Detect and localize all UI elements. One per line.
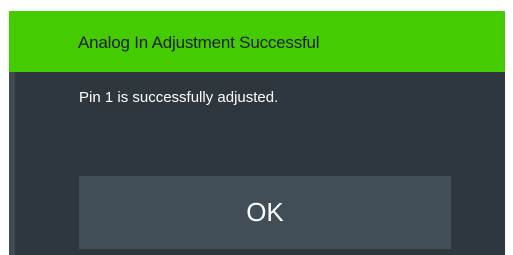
dialog-message: Pin 1 is successfully adjusted. <box>79 89 279 106</box>
adjustment-dialog: Analog In Adjustment Successful Pin 1 is… <box>9 11 505 255</box>
ok-button-label: OK <box>246 197 284 227</box>
ok-button[interactable]: OK <box>79 176 451 249</box>
dialog-left-accent <box>9 72 15 255</box>
dialog-title-bar: Analog In Adjustment Successful <box>9 11 505 72</box>
dialog-title: Analog In Adjustment Successful <box>78 33 320 52</box>
